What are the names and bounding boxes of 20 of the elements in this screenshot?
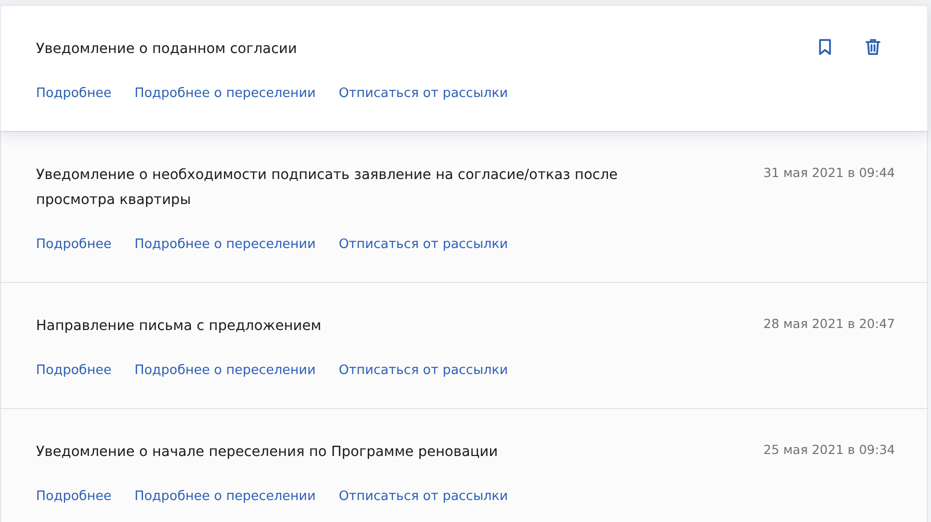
- notification-date: 28 мая 2021 в 20:47: [763, 315, 895, 333]
- notification-link[interactable]: Отписаться от рассылки: [338, 237, 508, 252]
- notification-link[interactable]: Подробнее: [36, 237, 112, 252]
- notification-title: Направление письма с предложением: [36, 317, 322, 336]
- notification-link[interactable]: Подробнее о переселении: [134, 237, 316, 252]
- notification-link[interactable]: Подробнее: [36, 489, 112, 504]
- notification-title: Уведомление о поданном согласии: [36, 40, 297, 59]
- notification-link[interactable]: Отписаться от рассылки: [338, 489, 508, 504]
- notification-link[interactable]: Подробнее о переселении: [134, 86, 316, 101]
- notification-link[interactable]: Отписаться от рассылки: [338, 363, 508, 378]
- notification-link[interactable]: Подробнее: [36, 86, 112, 101]
- trash-icon[interactable]: [863, 37, 883, 57]
- notification-link[interactable]: Подробнее о переселении: [134, 489, 316, 504]
- notification-link[interactable]: Отписаться от рассылки: [338, 86, 508, 101]
- notification-link[interactable]: Подробнее: [36, 363, 112, 378]
- notification-title: Уведомление о начале переселения по Программе реновации: [36, 443, 498, 462]
- notification-title: Уведомление о необходимости подписать заявление на согласие/отказ после просмотра квартиры: [36, 166, 619, 210]
- notification-date: 25 мая 2021 в 09:34: [763, 441, 895, 459]
- notification-link[interactable]: Подробнее о переселении: [134, 363, 316, 378]
- notification-date: 31 мая 2021 в 09:44: [763, 164, 895, 182]
